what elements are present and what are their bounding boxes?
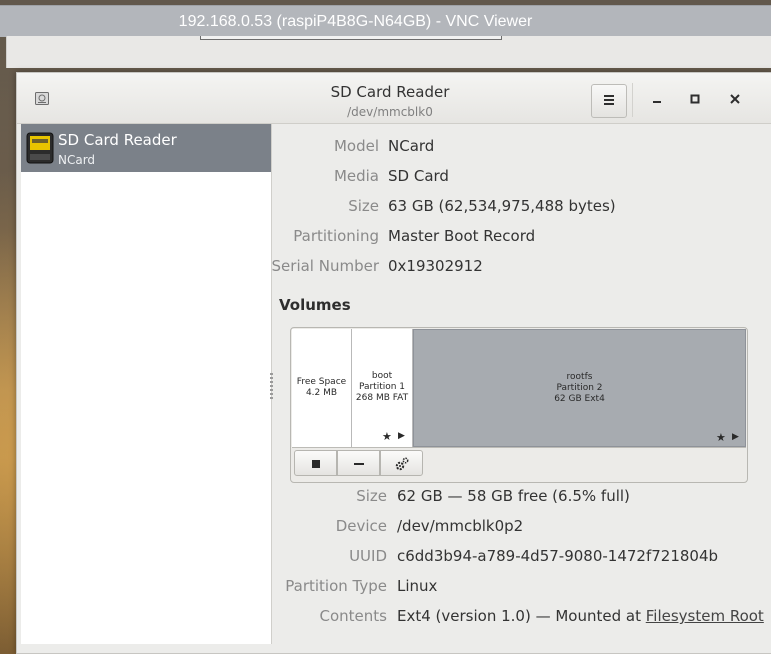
partition-size-value: 62 GB — 58 GB free (6.5% full) <box>397 487 630 505</box>
vnc-title: 192.168.0.53 (raspiP4B8G-N64GB) - VNC Vi… <box>178 13 533 30</box>
volumes-heading: Volumes <box>279 296 351 314</box>
star-icon: ★ <box>382 430 392 443</box>
sidebar-item-label: SD Card Reader <box>58 131 177 149</box>
segment-name: Free Space <box>296 377 347 387</box>
uuid-label: UUID <box>349 547 387 565</box>
drive-serial-row: Serial Number <box>272 257 379 279</box>
header-bar[interactable]: SD Card Reader /dev/mmcblk0 <box>17 73 771 124</box>
minus-icon <box>353 462 364 465</box>
size-label: Size <box>348 197 379 215</box>
pane-resize-handle[interactable] <box>270 373 273 399</box>
unmount-button[interactable] <box>294 450 337 476</box>
partition-size-row: Size <box>279 487 387 509</box>
segment-size: 268 MB FAT <box>355 393 409 403</box>
serial-value: 0x19302912 <box>388 257 483 275</box>
contents-text: Ext4 (version 1.0) — Mounted at <box>397 607 646 625</box>
gears-icon <box>395 457 408 470</box>
partition-device-row: Device <box>279 517 387 539</box>
sidebar-item-sublabel: NCard <box>58 153 96 167</box>
disks-window: SD Card Reader /dev/mmcblk0 SD Card Read… <box>16 72 771 654</box>
close-icon[interactable] <box>726 90 744 108</box>
maximize-icon[interactable] <box>686 90 704 108</box>
partition-options-button[interactable] <box>380 450 423 476</box>
partition-size-label: Size <box>356 487 387 505</box>
partition-uuid-row: UUID <box>279 547 387 569</box>
size-value: 63 GB (62,534,975,488 bytes) <box>388 197 616 215</box>
drive-size-row: Size <box>279 197 379 219</box>
vnc-toolbar-dropdown[interactable] <box>200 36 502 40</box>
hamburger-menu-icon <box>604 95 614 97</box>
serial-label: Serial Number <box>271 257 379 275</box>
contents-label: Contents <box>319 607 387 625</box>
media-value: SD Card <box>388 167 449 185</box>
partitioning-value: Master Boot Record <box>388 227 536 245</box>
drive-model-row: Model <box>279 137 379 159</box>
segment-partition: Partition 1 <box>358 382 406 392</box>
play-icon: ▶ <box>732 432 739 442</box>
partitioning-label: Partitioning <box>293 227 379 245</box>
hamburger-menu-button[interactable] <box>591 84 627 118</box>
minimize-icon[interactable] <box>648 90 666 108</box>
segment-size: 4.2 MB <box>305 388 338 398</box>
partition-type-row: Partition Type <box>279 577 387 599</box>
device-label: Device <box>335 517 387 535</box>
sd-card-icon <box>26 132 54 164</box>
uuid-value: c6dd3b94-a789-4d57-9080-1472f721804b <box>397 547 719 565</box>
sidebar-item-sd-card-reader[interactable]: SD Card Reader NCard <box>21 124 271 172</box>
play-icon: ▶ <box>398 431 405 441</box>
drive-sidebar: SD Card Reader NCard <box>21 124 272 644</box>
partition-type-label: Partition Type <box>285 577 387 595</box>
volume-map: Free Space 4.2 MB boot Partition 1 268 M… <box>290 327 748 483</box>
partition-type-value: Linux <box>397 577 438 595</box>
vnc-title-bar[interactable]: 192.168.0.53 (raspiP4B8G-N64GB) - VNC Vi… <box>0 5 771 37</box>
segment-boot-partition[interactable]: boot Partition 1 268 MB FAT ★ ▶ <box>352 329 413 447</box>
contents-value: Ext4 (version 1.0) — Mounted at Filesyst… <box>397 607 764 625</box>
stop-icon <box>311 459 320 468</box>
segment-name: rootfs <box>566 372 593 382</box>
segment-partition: Partition 2 <box>556 383 603 393</box>
segment-size: 62 GB Ext4 <box>554 394 605 404</box>
partition-contents-row: Contents <box>279 607 387 629</box>
header-separator <box>632 83 633 117</box>
media-label: Media <box>333 167 379 185</box>
volume-bar: Free Space 4.2 MB boot Partition 1 268 M… <box>292 329 746 448</box>
drive-partitioning-row: Partitioning <box>279 227 379 249</box>
device-value: /dev/mmcblk0p2 <box>397 517 524 535</box>
vnc-toolbar-strip <box>6 36 771 68</box>
segment-rootfs-partition[interactable]: rootfs Partition 2 62 GB Ext4 ★ ▶ <box>413 329 746 447</box>
star-icon: ★ <box>716 431 726 444</box>
delete-partition-button[interactable] <box>337 450 380 476</box>
segment-name: boot <box>371 371 393 381</box>
model-label: Model <box>333 137 379 155</box>
model-value: NCard <box>388 137 435 155</box>
drive-media-row: Media <box>279 167 379 189</box>
segment-free-space[interactable]: Free Space 4.2 MB <box>292 329 352 447</box>
filesystem-root-link[interactable]: Filesystem Root <box>646 607 764 625</box>
